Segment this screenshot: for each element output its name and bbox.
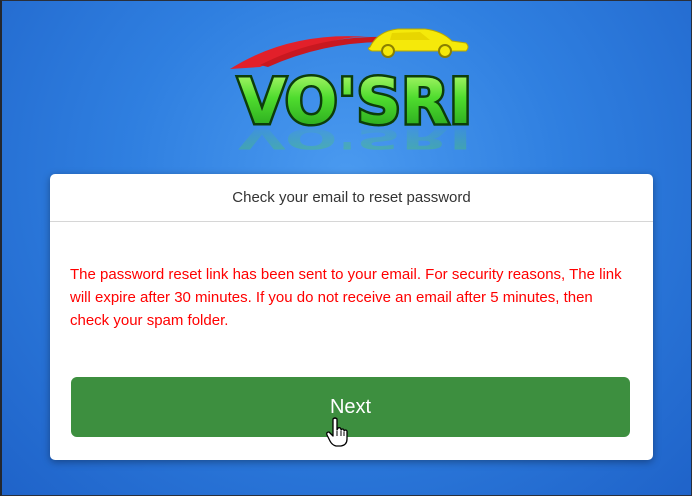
reset-password-card: Check your email to reset password The p… (50, 174, 653, 460)
page-frame: VO'SRI VO'SRI Check your email to reset … (0, 0, 692, 496)
card-title: Check your email to reset password (50, 174, 653, 222)
hand-pointer-icon (326, 417, 348, 447)
reset-link-sent-message: The password reset link has been sent to… (70, 266, 622, 329)
next-button-label: Next (329, 395, 372, 418)
brand-logo: VO'SRI VO'SRI (230, 28, 475, 155)
logo-reflection: VO'SRI (238, 123, 472, 155)
car-logo-icon (367, 28, 469, 58)
